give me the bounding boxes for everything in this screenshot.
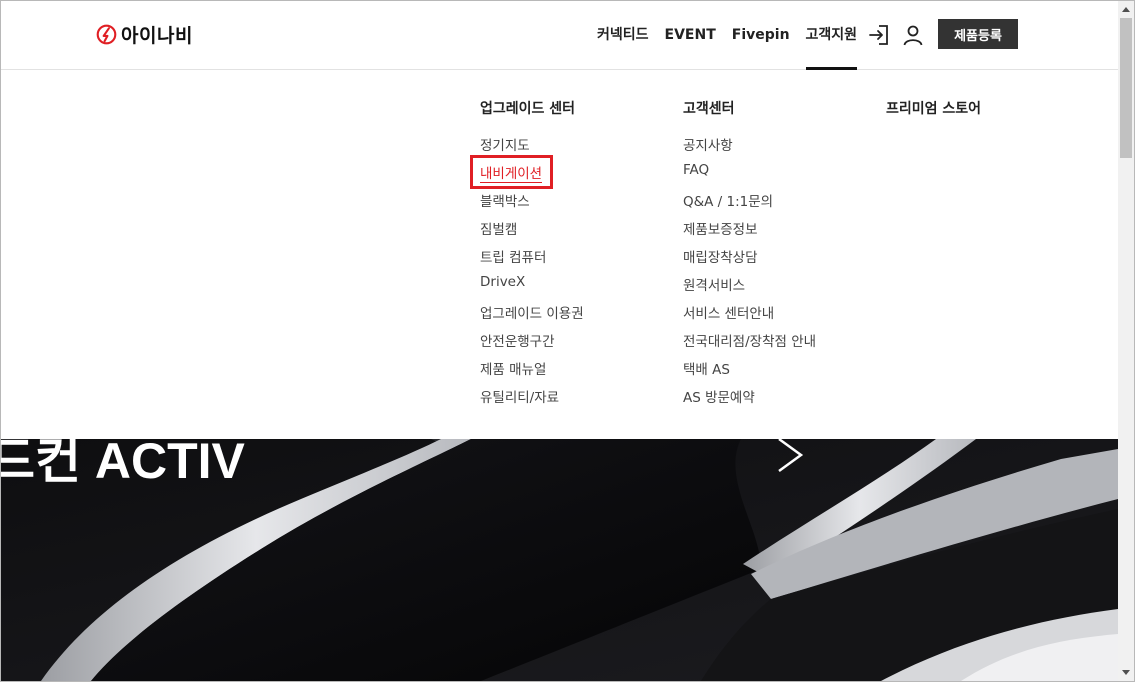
- menu-item-drivex[interactable]: DriveX: [480, 274, 584, 302]
- main-nav: 커넥티드 EVENT Fivepin 고객지원: [589, 1, 866, 70]
- menu-column-title[interactable]: 업그레이드 센터: [480, 98, 575, 118]
- menu-item-as-visit-booking[interactable]: AS 방문예약: [683, 386, 816, 414]
- menu-item-dealer-locator[interactable]: 전국대리점/장착점 안내: [683, 330, 816, 358]
- menu-item-qna[interactable]: Q&A / 1:1문의: [683, 190, 816, 218]
- menu-item-notice[interactable]: 공지사항: [683, 134, 816, 162]
- login-icon[interactable]: [867, 23, 891, 47]
- scroll-down-icon[interactable]: [1118, 665, 1134, 681]
- user-icon[interactable]: [901, 23, 925, 47]
- menu-item-remote-service[interactable]: 원격서비스: [683, 274, 816, 302]
- menu-item-service-center[interactable]: 서비스 센터안내: [683, 302, 816, 330]
- menu-item-upgrade-voucher[interactable]: 업그레이드 이용권: [480, 302, 584, 330]
- mega-menu: 업그레이드 센터 정기지도 내비게이션 블랙박스 짐벌캠 트립 컴퓨터 Driv…: [1, 70, 1118, 439]
- logo-text: 아이나비: [121, 25, 193, 47]
- site-header: 아이나비 커넥티드 EVENT Fivepin 고객지원 제품등록: [1, 1, 1118, 70]
- menu-item-utility[interactable]: 유틸리티/자료: [480, 386, 584, 414]
- nav-item-event[interactable]: EVENT: [657, 1, 724, 69]
- menu-item-warranty[interactable]: 제품보증정보: [683, 218, 816, 246]
- menu-item-trip-computer[interactable]: 트립 컴퓨터: [480, 246, 584, 274]
- nav-item-fivepin[interactable]: Fivepin: [724, 1, 798, 69]
- menu-item-gimbal-cam[interactable]: 짐벌캠: [480, 218, 584, 246]
- scroll-up-icon[interactable]: [1118, 1, 1134, 17]
- menu-item-safe-driving-zone[interactable]: 안전운행구간: [480, 330, 584, 358]
- menu-column-title[interactable]: 프리미엄 스토어: [886, 98, 981, 118]
- menu-item-product-manual[interactable]: 제품 매뉴얼: [480, 358, 584, 386]
- menu-column-title[interactable]: 고객센터: [683, 98, 735, 118]
- nav-item-customer-support[interactable]: 고객지원: [798, 1, 866, 70]
- vertical-scrollbar[interactable]: [1118, 1, 1134, 681]
- chevron-right-icon[interactable]: [771, 439, 811, 475]
- logo-mark-icon: [96, 24, 117, 45]
- nav-item-connected[interactable]: 커넥티드: [589, 1, 657, 69]
- menu-item-courier-as[interactable]: 택배 AS: [683, 358, 816, 386]
- hero-banner: 드컨 ACTIV: [1, 439, 1118, 681]
- scrollbar-thumb[interactable]: [1120, 18, 1132, 158]
- menu-item-blackbox[interactable]: 블랙박스: [480, 190, 584, 218]
- highlight-box: [470, 155, 553, 189]
- menu-item-installation-consult[interactable]: 매립장착상담: [683, 246, 816, 274]
- menu-list: 공지사항 FAQ Q&A / 1:1문의 제품보증정보 매립장착상담 원격서비스…: [683, 134, 816, 414]
- logo[interactable]: 아이나비: [96, 21, 193, 48]
- menu-item-faq[interactable]: FAQ: [683, 162, 816, 190]
- product-register-button[interactable]: 제품등록: [938, 19, 1018, 49]
- hero-title: 드컨 ACTIV: [1, 439, 245, 489]
